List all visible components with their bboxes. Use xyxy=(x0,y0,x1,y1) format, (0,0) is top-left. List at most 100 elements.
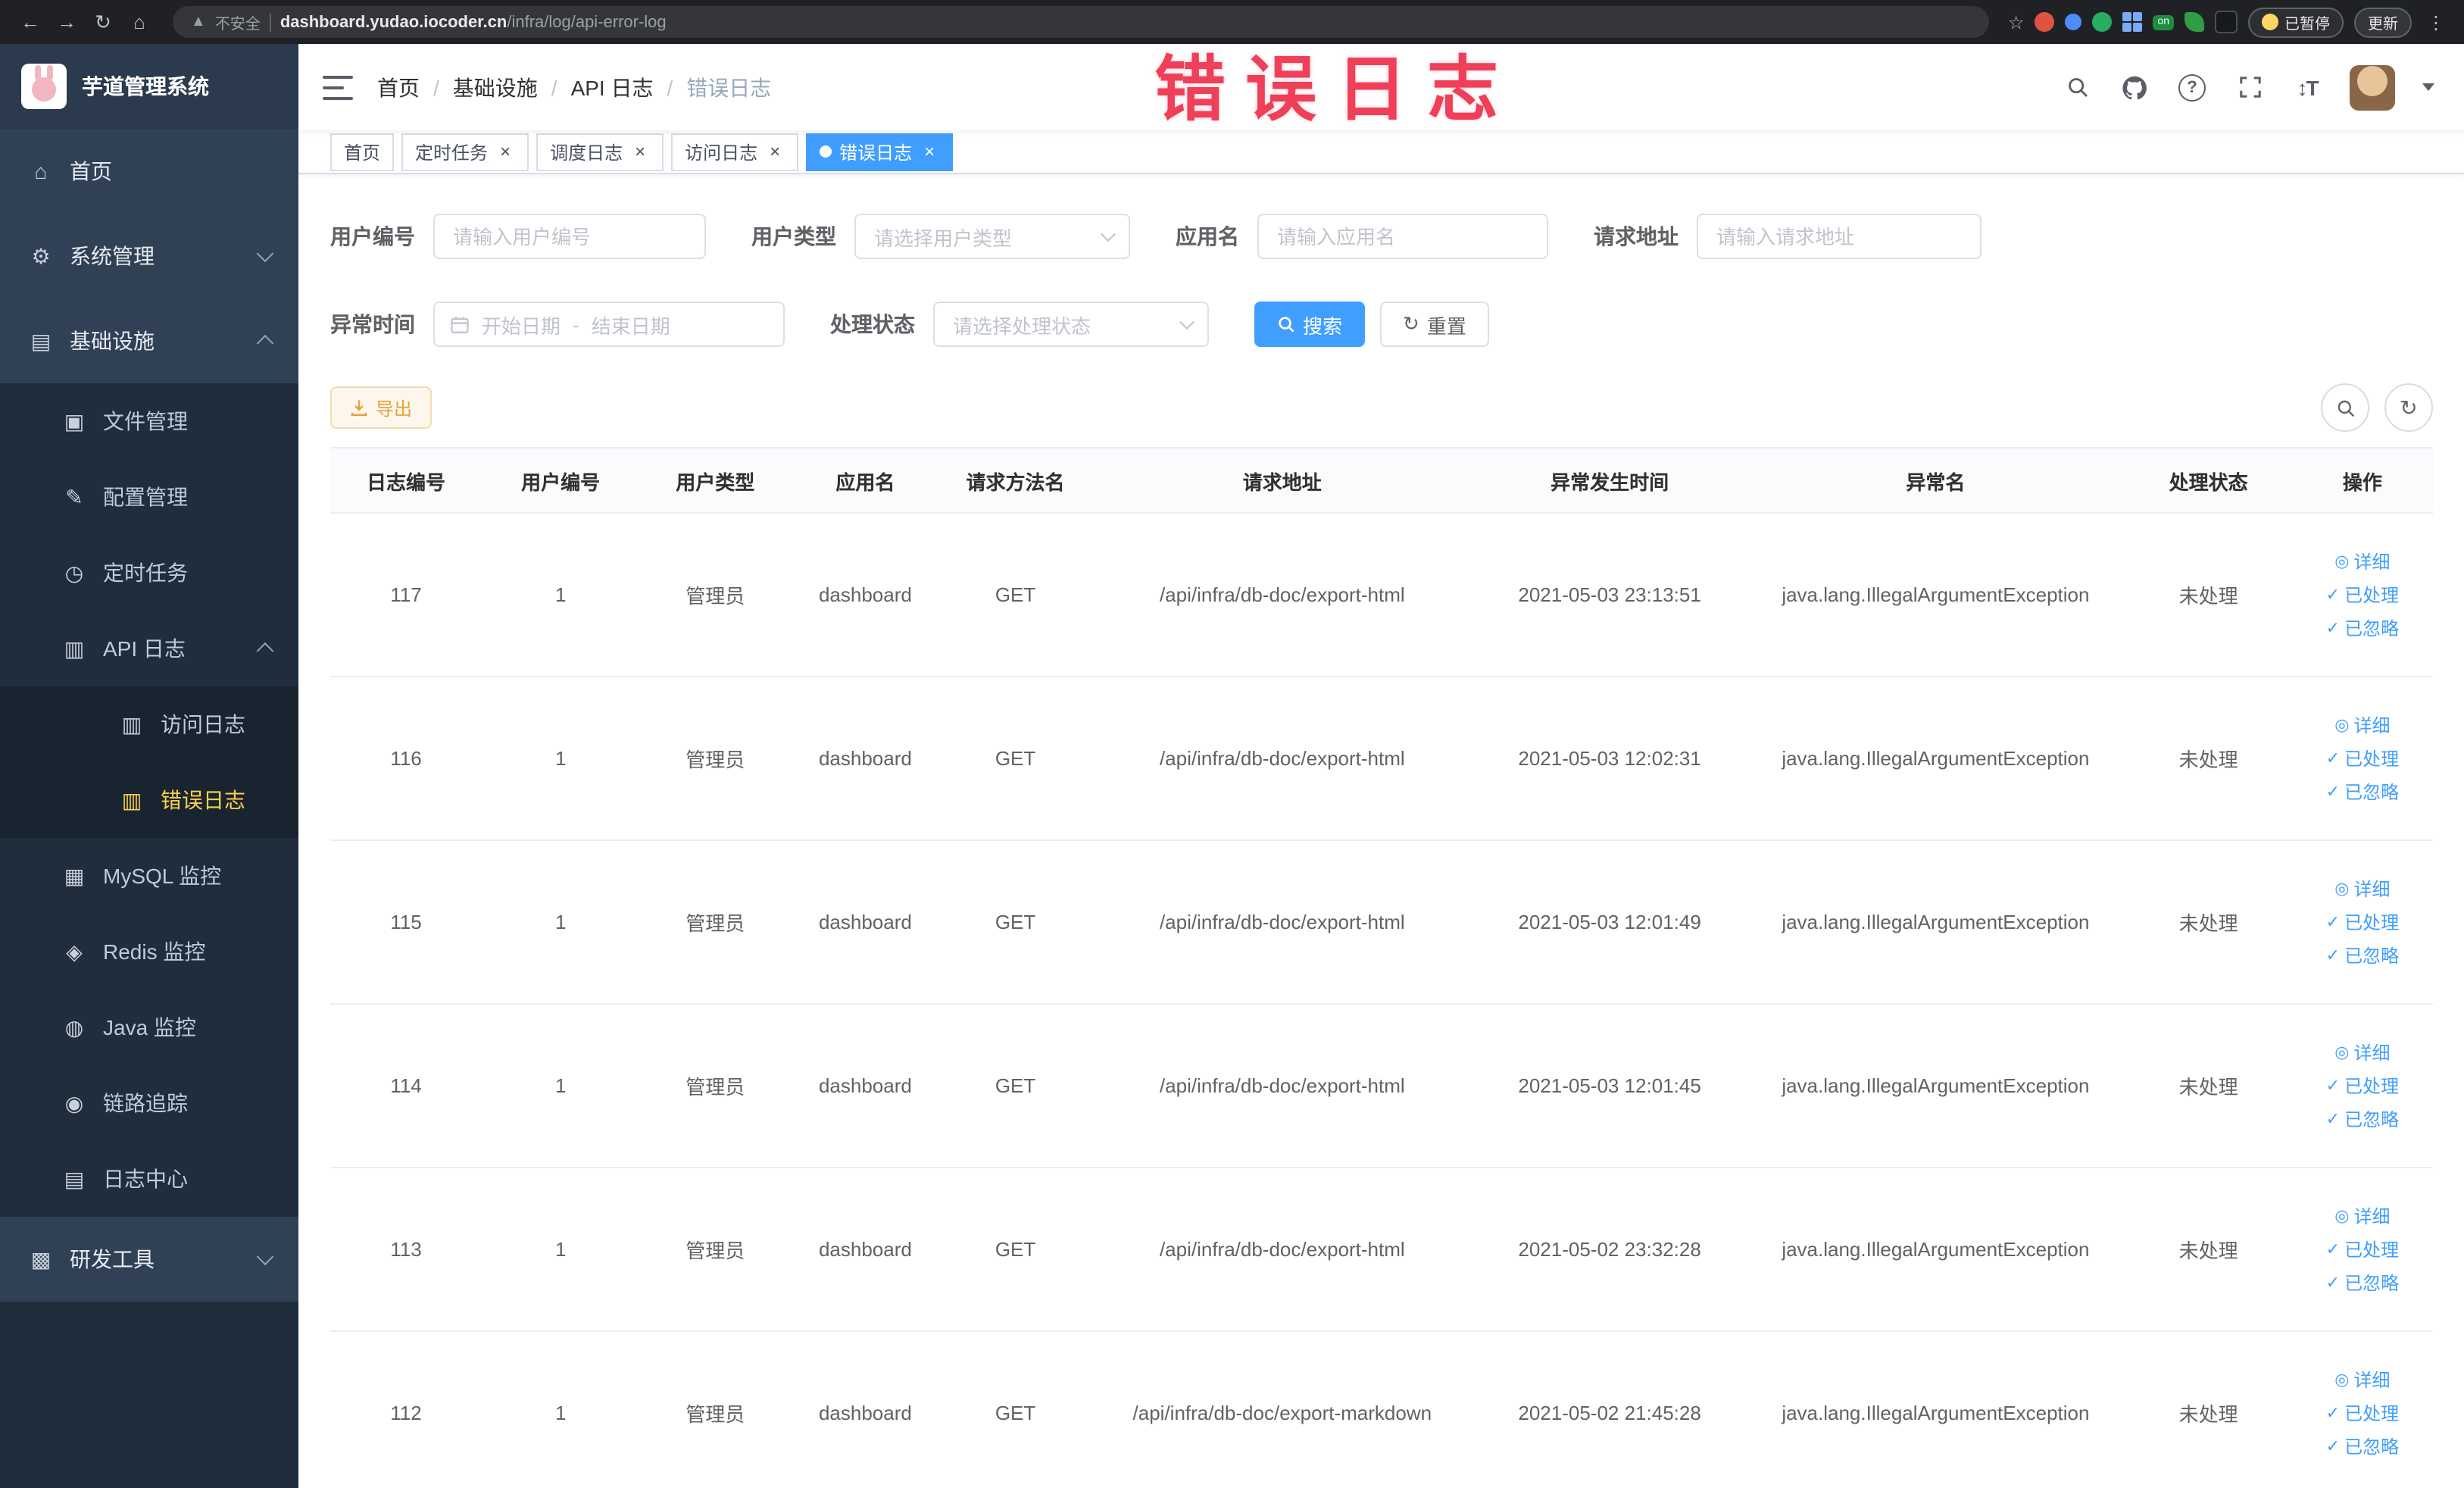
cell-exception-name: java.lang.IllegalArgumentException xyxy=(1746,1331,2125,1488)
cell-user-id: 1 xyxy=(482,1331,640,1488)
update-button[interactable]: 更新 xyxy=(2354,7,2412,37)
detail-link[interactable]: ◎ 详细 xyxy=(2334,1203,2390,1229)
reload-icon[interactable]: ↻ xyxy=(88,7,118,37)
forward-icon[interactable]: → xyxy=(52,7,82,37)
mark-processed-link[interactable]: ✓ 已处理 xyxy=(2326,1236,2399,1262)
tab-home[interactable]: 首页 xyxy=(330,133,395,170)
help-icon[interactable]: ? xyxy=(2177,72,2207,102)
user-type-select[interactable]: 请选择用户类型 xyxy=(854,214,1130,259)
cell-app-name: dashboard xyxy=(791,1168,940,1332)
extension-on-badge[interactable]: on xyxy=(2153,14,2174,30)
sidebar-item-dev-tools[interactable]: ▩ 研发工具 xyxy=(0,1217,298,1302)
sidebar-item-log-center[interactable]: ▤ 日志中心 xyxy=(0,1141,298,1217)
breadcrumb-infrastructure[interactable]: 基础设施 xyxy=(453,72,538,102)
cell-exception-name: java.lang.IllegalArgumentException xyxy=(1746,513,2125,677)
extension-icon-blue[interactable] xyxy=(2065,14,2082,30)
cell-log-id: 117 xyxy=(330,513,482,677)
sidebar-item-scheduled-tasks[interactable]: ◷ 定时任务 xyxy=(0,535,298,611)
col-user-id: 用户编号 xyxy=(482,447,640,514)
mark-ignored-link[interactable]: ✓ 已忽略 xyxy=(2326,615,2399,641)
sidebar-item-infrastructure[interactable]: ▤ 基础设施 xyxy=(0,299,298,383)
sidebar-item-link-tracing[interactable]: ◉ 链路追踪 xyxy=(0,1065,298,1141)
home-icon: ⌂ xyxy=(34,159,48,183)
extension-icon-leaf[interactable] xyxy=(2184,12,2204,32)
detail-link[interactable]: ◎ 详细 xyxy=(2334,876,2390,902)
address-bar[interactable]: ▲ 不安全 dashboard.yudao.iocoder.cn/infra/l… xyxy=(173,6,1990,38)
hamburger-icon[interactable] xyxy=(323,75,353,99)
sidebar-item-mysql-monitor[interactable]: ▦ MySQL 监控 xyxy=(0,838,298,914)
smiley-icon xyxy=(2262,14,2278,30)
caret-down-icon[interactable] xyxy=(2422,83,2434,91)
redis-icon: ◈ xyxy=(66,939,83,963)
github-icon[interactable] xyxy=(2119,72,2150,102)
close-icon[interactable]: × xyxy=(630,142,650,161)
extension-icon-green[interactable] xyxy=(2092,12,2113,32)
detail-link[interactable]: ◎ 详细 xyxy=(2334,1367,2390,1393)
detail-link[interactable]: ◎ 详细 xyxy=(2334,549,2390,574)
cell-method: GET xyxy=(939,1331,1091,1488)
process-status-select[interactable]: 请选择处理状态 xyxy=(933,302,1209,347)
home-icon[interactable]: ⌂ xyxy=(124,7,155,37)
col-actions: 操作 xyxy=(2291,447,2433,514)
search-icon[interactable] xyxy=(2062,72,2092,102)
mark-ignored-link[interactable]: ✓ 已忽略 xyxy=(2326,943,2399,968)
cell-process-status: 未处理 xyxy=(2125,1004,2292,1168)
filter-row-2: 异常时间 开始日期 - 结束日期 处理状态 请选择处理状态 搜索 ↻ 重置 xyxy=(330,302,2433,347)
mark-ignored-link[interactable]: ✓ 已忽略 xyxy=(2326,1433,2399,1459)
tab-job-log[interactable]: 调度日志 × xyxy=(536,133,664,170)
mark-processed-link[interactable]: ✓ 已处理 xyxy=(2326,746,2399,771)
mark-ignored-link[interactable]: ✓ 已忽略 xyxy=(2326,1106,2399,1132)
search-button[interactable]: 搜索 xyxy=(1254,302,1366,347)
breadcrumb-home[interactable]: 首页 xyxy=(377,72,420,102)
sidebar-item-redis-monitor[interactable]: ◈ Redis 监控 xyxy=(0,914,298,989)
tab-scheduled-tasks[interactable]: 定时任务 × xyxy=(401,133,529,170)
col-log-id: 日志编号 xyxy=(330,447,482,514)
sidebar-item-home[interactable]: ⌂ 首页 xyxy=(0,129,298,214)
detail-link[interactable]: ◎ 详细 xyxy=(2334,712,2390,738)
sidebar-item-java-monitor[interactable]: ◍ Java 监控 xyxy=(0,989,298,1065)
mark-processed-link[interactable]: ✓ 已处理 xyxy=(2326,582,2399,608)
avatar[interactable] xyxy=(2350,64,2395,110)
user-id-input[interactable] xyxy=(433,214,706,259)
sidebar-item-system-management[interactable]: ⚙ 系统管理 xyxy=(0,214,298,299)
font-size-icon[interactable]: ↕T xyxy=(2292,72,2322,102)
tab-access-log[interactable]: 访问日志 × xyxy=(671,133,799,170)
extension-icon-grid[interactable] xyxy=(2122,12,2143,32)
search-toggle-button[interactable] xyxy=(2321,383,2369,432)
extension-icon-dark[interactable] xyxy=(2215,11,2238,33)
process-status-label: 处理状态 xyxy=(830,312,915,336)
export-button[interactable]: 导出 xyxy=(330,386,433,429)
mark-ignored-link[interactable]: ✓ 已忽略 xyxy=(2326,1270,2399,1296)
request-url-input[interactable] xyxy=(1697,214,1982,259)
back-icon[interactable]: ← xyxy=(15,7,45,37)
tab-error-log[interactable]: 错误日志 × xyxy=(806,133,954,170)
close-icon[interactable]: × xyxy=(765,142,785,161)
breadcrumb-api-log[interactable]: API 日志 xyxy=(571,72,654,102)
date-range-picker[interactable]: 开始日期 - 结束日期 xyxy=(433,302,785,347)
sidebar-item-file-management[interactable]: ▣ 文件管理 xyxy=(0,383,298,459)
close-icon[interactable]: × xyxy=(920,142,939,161)
reset-button[interactable]: ↻ 重置 xyxy=(1380,302,1489,347)
mark-processed-link[interactable]: ✓ 已处理 xyxy=(2326,1073,2399,1099)
paused-badge[interactable]: 已暂停 xyxy=(2248,7,2344,37)
database-icon: ▦ xyxy=(64,863,85,887)
check-icon: ✓ xyxy=(2325,1111,2341,1129)
cell-app-name: dashboard xyxy=(791,513,940,677)
bookmark-star-icon[interactable]: ☆ xyxy=(2008,11,2025,33)
close-icon[interactable]: × xyxy=(495,142,515,161)
app-name-input[interactable] xyxy=(1257,214,1548,259)
mark-processed-link[interactable]: ✓ 已处理 xyxy=(2326,909,2399,935)
app-logo[interactable]: 芋道管理系统 xyxy=(0,44,298,129)
fullscreen-icon[interactable] xyxy=(2234,72,2265,102)
mark-processed-link[interactable]: ✓ 已处理 xyxy=(2326,1400,2399,1426)
detail-link[interactable]: ◎ 详细 xyxy=(2334,1039,2390,1065)
browser-menu-icon[interactable]: ⋮ xyxy=(2422,11,2450,33)
refresh-button[interactable]: ↻ xyxy=(2384,383,2433,432)
sidebar-item-api-log[interactable]: ▥ API 日志 xyxy=(0,611,298,686)
sidebar-item-error-log[interactable]: ▥ 错误日志 xyxy=(0,762,298,838)
sidebar-item-access-log[interactable]: ▥ 访问日志 xyxy=(0,686,298,762)
user-type-label: 用户类型 xyxy=(751,224,836,249)
extension-icon-red[interactable] xyxy=(2035,12,2055,32)
mark-ignored-link[interactable]: ✓ 已忽略 xyxy=(2326,779,2399,805)
sidebar-item-config-management[interactable]: ✎ 配置管理 xyxy=(0,459,298,535)
